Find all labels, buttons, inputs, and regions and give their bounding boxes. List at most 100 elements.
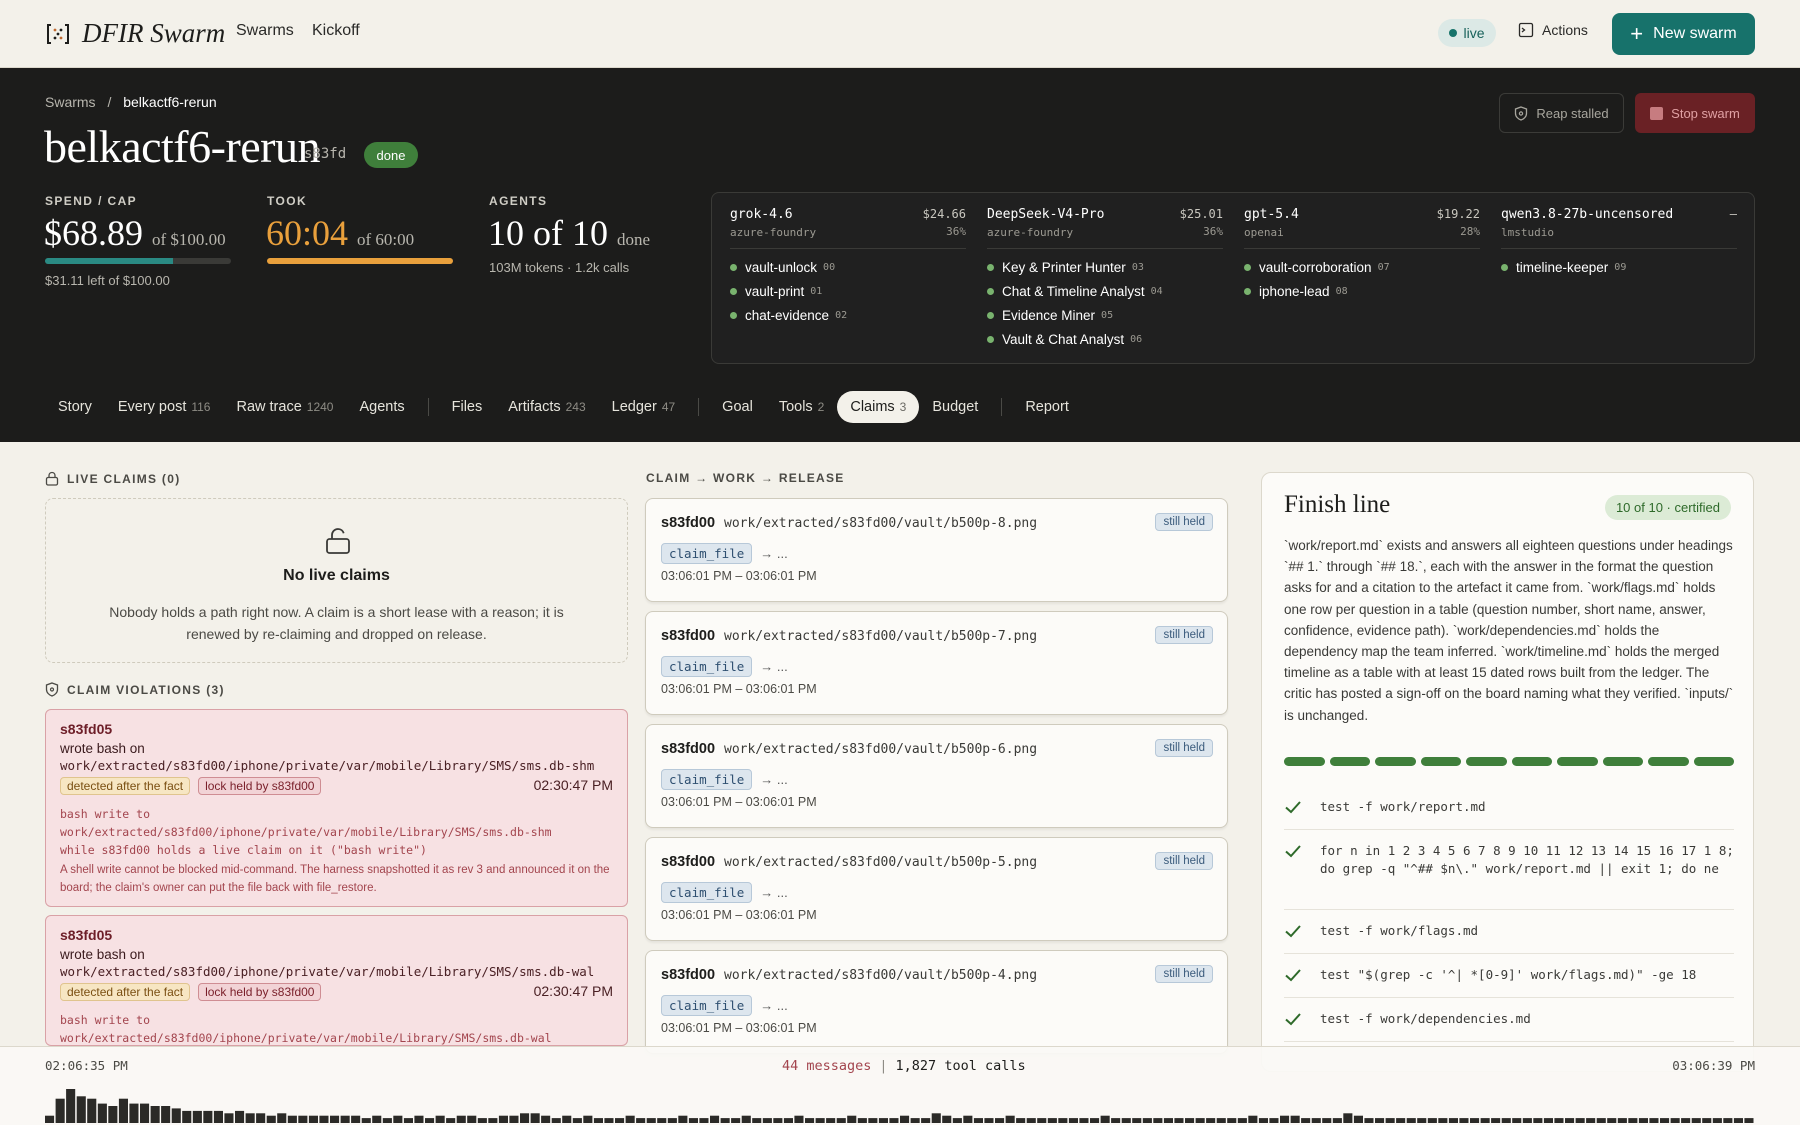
activity-bar xyxy=(1079,1118,1089,1123)
violation-message: bash write to work/extracted/s83fd00/iph… xyxy=(60,805,613,859)
timeline-end: 03:06:39 PM xyxy=(1672,1058,1755,1073)
nav-link-swarms[interactable]: Swarms xyxy=(236,22,294,40)
certified-badge: 10 of 10 · certified xyxy=(1604,495,1731,520)
activity-bar xyxy=(583,1115,593,1123)
actions-button[interactable]: Actions xyxy=(1518,22,1588,38)
activity-bar xyxy=(1522,1118,1532,1123)
tab-divider xyxy=(698,398,700,416)
claim-steps: claim_file → ... xyxy=(661,543,788,564)
agent-item[interactable]: Chat & Timeline Analyst 04 xyxy=(987,279,1223,303)
tab-label: Claims xyxy=(850,399,895,415)
activity-bar xyxy=(425,1118,435,1123)
activity-bar xyxy=(847,1115,857,1123)
tab-tools[interactable]: Tools 2 xyxy=(766,391,838,423)
activity-bar xyxy=(1427,1118,1437,1123)
agent-item[interactable]: iphone-lead 08 xyxy=(1244,279,1480,303)
stop-swarm-button[interactable]: Stop swarm xyxy=(1635,93,1755,133)
agent-status-dot xyxy=(987,311,994,319)
violation-card[interactable]: s83fd05 wrote bash on work/extracted/s83… xyxy=(45,709,628,907)
tab-files[interactable]: Files xyxy=(439,391,496,423)
activity-bar xyxy=(931,1113,941,1123)
claim-card[interactable]: s83fd00 work/extracted/s83fd00/vault/b50… xyxy=(645,950,1228,1054)
activity-bar xyxy=(1438,1118,1448,1123)
agent-number: 06 xyxy=(1130,333,1143,345)
agent-status-dot xyxy=(730,311,737,319)
activity-timeline[interactable]: 02:06:35 PM 44 messages | 1,827 tool calls… xyxy=(0,1046,1800,1125)
actions-label: Actions xyxy=(1542,22,1588,38)
timeline-summary: 44 messages | 1,827 tool calls xyxy=(782,1058,1026,1074)
agent-item[interactable]: Vault & Chat Analyst 06 xyxy=(987,327,1223,351)
tab-claims[interactable]: Claims 3 xyxy=(837,391,920,423)
tab-story[interactable]: Story xyxy=(45,391,105,423)
tab-agents[interactable]: Agents xyxy=(346,391,417,423)
finish-progress-segment xyxy=(1329,757,1370,766)
tab-artifacts[interactable]: Artifacts 243 xyxy=(495,391,598,423)
activity-bar xyxy=(1311,1118,1321,1123)
shield-icon xyxy=(1515,105,1528,121)
tab-label: Files xyxy=(451,399,483,415)
lock-icon xyxy=(45,471,59,486)
activity-bar xyxy=(45,1115,55,1123)
claim-card[interactable]: s83fd00 work/extracted/s83fd00/vault/b50… xyxy=(645,837,1228,941)
activity-bar xyxy=(530,1113,540,1123)
agent-number: 08 xyxy=(1335,285,1348,297)
activity-bar xyxy=(414,1115,424,1123)
model-roster: grok-4.6 azure-foundry $24.66 36% vault-… xyxy=(711,192,1755,364)
activity-bar xyxy=(1448,1118,1458,1123)
agent-item[interactable]: timeline-keeper 09 xyxy=(1501,255,1737,279)
activity-bar xyxy=(868,1118,878,1123)
violation-card[interactable]: s83fd05 wrote bash on work/extracted/s83… xyxy=(45,915,628,1046)
app-logo[interactable]: DFIR Swarm xyxy=(46,18,225,49)
activity-bar xyxy=(593,1118,603,1123)
activity-bar xyxy=(277,1113,287,1123)
breadcrumb-root[interactable]: Swarms xyxy=(45,94,96,110)
tab-ledger[interactable]: Ledger 47 xyxy=(599,391,689,423)
violation-action: wrote bash on xyxy=(60,947,145,962)
reap-stalled-button[interactable]: Reap stalled xyxy=(1499,93,1624,133)
tab-label: Budget xyxy=(932,399,979,415)
claim-kind: claim_file xyxy=(661,882,753,903)
activity-bar xyxy=(762,1118,772,1123)
claim-card[interactable]: s83fd00 work/extracted/s83fd00/vault/b50… xyxy=(645,724,1228,828)
agent-item[interactable]: vault-print 01 xyxy=(730,279,966,303)
claim-card[interactable]: s83fd00 work/extracted/s83fd00/vault/b50… xyxy=(645,611,1228,715)
spend-amount: $68.89 xyxy=(44,213,143,253)
tab-every-post[interactable]: Every post 116 xyxy=(105,391,224,423)
live-dot-icon xyxy=(1449,29,1458,37)
activity-bar xyxy=(76,1096,86,1123)
agent-item[interactable]: vault-unlock 00 xyxy=(730,255,966,279)
agent-item[interactable]: Key & Printer Hunter 03 xyxy=(987,255,1223,279)
activity-bar xyxy=(266,1115,276,1123)
swarm-header: Swarms / belkactf6-rerun belkactf6-rerun… xyxy=(0,68,1800,442)
tab-goal[interactable]: Goal xyxy=(709,391,766,423)
agent-name: Chat & Timeline Analyst xyxy=(1002,283,1145,299)
claim-card[interactable]: s83fd00 work/extracted/s83fd00/vault/b50… xyxy=(645,498,1228,602)
activity-bar xyxy=(1216,1118,1226,1123)
took-label: TOOK xyxy=(267,194,308,208)
activity-bar xyxy=(393,1115,403,1123)
new-swarm-button[interactable]: + New swarm xyxy=(1612,13,1755,55)
check-command: test -f work/report.md xyxy=(1320,799,1486,814)
activity-bar xyxy=(1343,1113,1353,1123)
top-nav: DFIR Swarm Swarms Kickoff live Actions +… xyxy=(0,0,1800,68)
activity-bar xyxy=(1533,1118,1543,1123)
activity-bar xyxy=(1691,1118,1701,1123)
violation-time: 02:30:47 PM xyxy=(533,777,613,793)
timeline-start: 02:06:35 PM xyxy=(45,1058,128,1073)
tab-budget[interactable]: Budget xyxy=(919,391,991,423)
tab-report[interactable]: Report xyxy=(1012,391,1082,423)
activity-bar xyxy=(783,1118,793,1123)
empty-state-description: Nobody holds a path right now. A claim i… xyxy=(109,604,564,642)
agent-item[interactable]: Evidence Miner 05 xyxy=(987,303,1223,327)
claim-next-step: → ... xyxy=(760,659,788,674)
swarm-id: s83fd xyxy=(304,146,347,162)
activity-histogram[interactable] xyxy=(45,1083,1755,1123)
claim-steps: claim_file → ... xyxy=(661,882,788,903)
tab-raw-trace[interactable]: Raw trace 1240 xyxy=(223,391,346,423)
nav-link-kickoff[interactable]: Kickoff xyxy=(312,22,360,40)
agent-item[interactable]: chat-evidence 02 xyxy=(730,303,966,327)
agent-item[interactable]: vault-corroboration 07 xyxy=(1244,255,1480,279)
breadcrumb-separator: / xyxy=(107,94,112,110)
activity-bar xyxy=(256,1113,266,1123)
tab-label: Tools xyxy=(778,399,813,415)
